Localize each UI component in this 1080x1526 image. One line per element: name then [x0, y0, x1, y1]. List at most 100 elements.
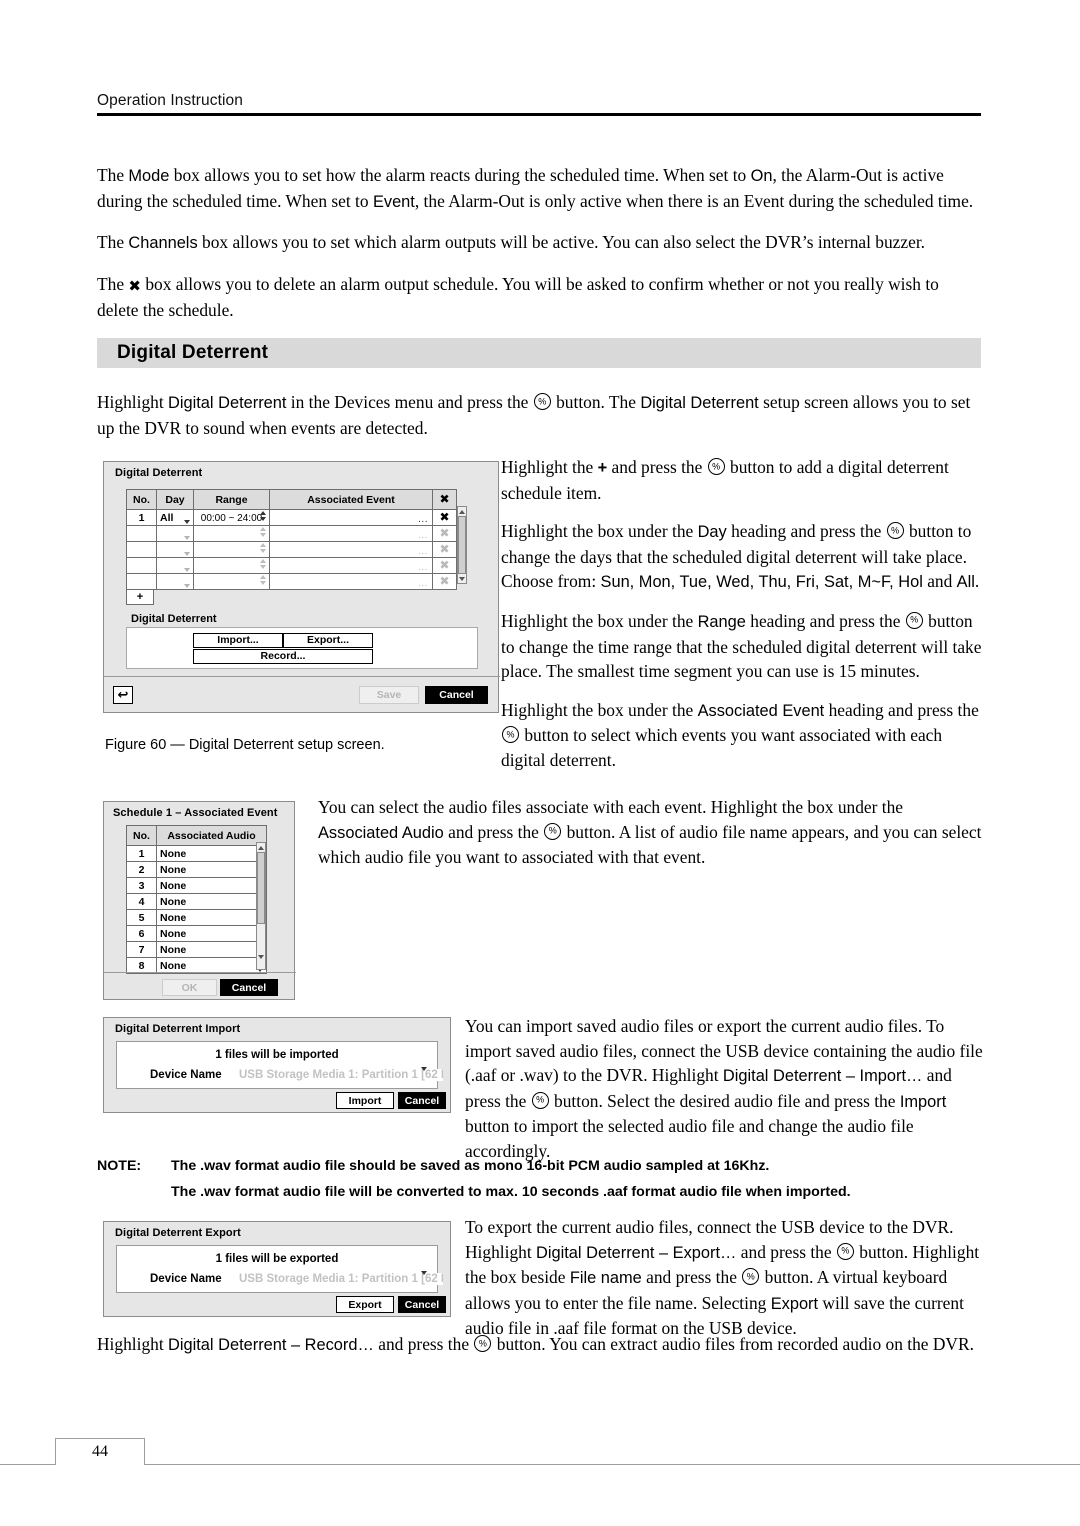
cell-associated-event[interactable]: ...	[269, 509, 433, 526]
save-button[interactable]: Save	[359, 686, 419, 704]
cancel-button[interactable]: Cancel	[220, 979, 278, 996]
cell-day[interactable]	[156, 541, 194, 558]
cell-audio[interactable]: None	[156, 877, 267, 894]
ellipsis-icon[interactable]: ...	[418, 562, 428, 573]
ellipsis-icon[interactable]: ...	[418, 546, 428, 557]
ok-button[interactable]: OK	[162, 979, 217, 996]
cell-audio[interactable]: None	[156, 893, 267, 910]
table-scrollbar[interactable]	[256, 842, 266, 970]
chevron-down-icon[interactable]	[184, 584, 190, 588]
table-header-row: No. Associated Audio	[126, 825, 267, 973]
cell-day[interactable]	[156, 573, 194, 590]
table-row[interactable]: ... ✖	[126, 557, 457, 574]
paragraph-range: Highlight the box under the Range headin…	[501, 609, 983, 684]
dialog-schedule-associated-event[interactable]: Schedule 1 – Associated Event No. Associ…	[103, 801, 296, 1000]
table-row[interactable]: ... ✖	[126, 541, 457, 558]
spinner-icon[interactable]	[259, 543, 266, 556]
chevron-down-icon[interactable]	[184, 536, 190, 540]
audio-selection-paragraph: You can select the audio files associate…	[318, 795, 986, 886]
cell-delete[interactable]: ✖	[432, 509, 457, 526]
cancel-button[interactable]: Cancel	[398, 1092, 446, 1109]
scroll-up-arrow-icon[interactable]	[257, 843, 265, 852]
chevron-down-icon[interactable]	[184, 552, 190, 556]
enter-button-icon	[886, 522, 904, 540]
list-item[interactable]: 2 None	[126, 861, 267, 878]
cancel-button[interactable]: Cancel	[398, 1296, 446, 1313]
list-item[interactable]: 4 None	[126, 893, 267, 910]
col-no: No.	[126, 825, 157, 846]
cell-day[interactable]	[156, 557, 194, 574]
cell-delete[interactable]: ✖	[432, 525, 457, 542]
cell-audio[interactable]: None	[156, 845, 267, 862]
scroll-down-arrow-icon[interactable]	[257, 952, 265, 961]
spinner-icon[interactable]	[259, 559, 266, 572]
export-button[interactable]: Export	[336, 1296, 394, 1313]
dialog-digital-deterrent-export[interactable]: Digital Deterrent Export 1 files will be…	[103, 1221, 451, 1317]
back-button[interactable]: ↩	[113, 686, 133, 704]
dialog-digital-deterrent-import[interactable]: Digital Deterrent Import 1 files will be…	[103, 1017, 451, 1113]
chevron-down-icon[interactable]	[184, 520, 190, 524]
group-label-digital-deterrent: Digital Deterrent	[131, 613, 217, 625]
cell-day[interactable]	[156, 525, 194, 542]
table-scrollbar[interactable]	[457, 506, 467, 584]
cell-audio[interactable]: None	[156, 909, 267, 926]
cell-delete[interactable]: ✖	[432, 573, 457, 590]
ellipsis-icon[interactable]: ...	[418, 530, 428, 541]
export-button[interactable]: Export...	[283, 633, 373, 648]
cell-delete[interactable]: ✖	[432, 557, 457, 574]
note-label: NOTE:	[97, 1158, 142, 1174]
cell-associated-event[interactable]: ...	[269, 557, 433, 574]
table-row[interactable]: ... ✖	[126, 525, 457, 542]
enter-button-icon	[531, 1091, 549, 1109]
col-delete-all[interactable]: ✖	[432, 489, 457, 510]
cell-range[interactable]	[193, 557, 270, 574]
cell-delete[interactable]: ✖	[432, 541, 457, 558]
cell-audio[interactable]: None	[156, 941, 267, 958]
spinner-icon[interactable]	[259, 511, 266, 524]
cell-range[interactable]: 00:00 ~ 24:00	[193, 509, 270, 526]
import-button[interactable]: Import	[336, 1092, 394, 1109]
device-name-field[interactable]: USB Storage Media 1: Partition 1 [62 M	[239, 1069, 443, 1081]
cell-range[interactable]	[193, 525, 270, 542]
cell-no: 1	[126, 509, 157, 526]
spinner-icon[interactable]	[259, 527, 266, 540]
spinner-icon[interactable]	[259, 575, 266, 588]
cell-associated-event[interactable]: ...	[269, 573, 433, 590]
cell-day[interactable]: All	[156, 509, 194, 526]
table-row[interactable]: 1 All 00:00 ~ 24:00 ... ✖	[126, 509, 457, 526]
dialog-body: 1 files will be exported Device Name USB…	[116, 1245, 443, 1293]
cell-associated-event[interactable]: ...	[269, 541, 433, 558]
record-button[interactable]: Record...	[193, 649, 373, 664]
list-item[interactable]: 1 None	[126, 845, 267, 862]
cell-no: 4	[126, 893, 157, 910]
scroll-up-arrow-icon[interactable]	[458, 507, 466, 516]
chevron-down-icon[interactable]	[184, 568, 190, 572]
list-item[interactable]: 5 None	[126, 909, 267, 926]
note-line-2: The .wav format audio file will be conve…	[171, 1184, 851, 1200]
import-button[interactable]: Import...	[193, 633, 283, 648]
list-item[interactable]: 3 None	[126, 877, 267, 894]
table-row[interactable]: ... ✖	[126, 573, 457, 590]
ellipsis-icon[interactable]: ...	[418, 578, 428, 589]
enter-button-icon	[502, 726, 519, 744]
cell-audio[interactable]: None	[156, 861, 267, 878]
ellipsis-icon[interactable]: ...	[418, 514, 428, 525]
cell-audio[interactable]: None	[156, 925, 267, 942]
associated-audio-table[interactable]: No. Associated Audio 1 None 2 None 3 None 4…	[126, 825, 267, 974]
schedule-table[interactable]: No. Day Range Associated Event ✖ 1 All 0…	[126, 489, 457, 590]
add-schedule-button[interactable]: +	[126, 589, 154, 605]
chevron-down-icon[interactable]	[421, 1067, 427, 1071]
cell-range[interactable]	[193, 573, 270, 590]
list-item[interactable]: 7 None	[126, 941, 267, 958]
chevron-down-icon[interactable]	[421, 1271, 427, 1275]
list-item[interactable]: 6 None	[126, 925, 267, 942]
cell-range[interactable]	[193, 541, 270, 558]
scroll-down-arrow-icon[interactable]	[458, 574, 466, 583]
dialog-digital-deterrent-setup[interactable]: Digital Deterrent No. Day Range Associat…	[103, 461, 500, 713]
scrollbar-thumb[interactable]	[257, 852, 265, 924]
cancel-button[interactable]: Cancel	[425, 686, 488, 704]
device-name-field[interactable]: USB Storage Media 1: Partition 1 [62 M	[239, 1273, 443, 1285]
scrollbar-thumb[interactable]	[458, 516, 466, 574]
cell-associated-event[interactable]: ...	[269, 525, 433, 542]
footer-rule-left	[0, 1464, 55, 1465]
